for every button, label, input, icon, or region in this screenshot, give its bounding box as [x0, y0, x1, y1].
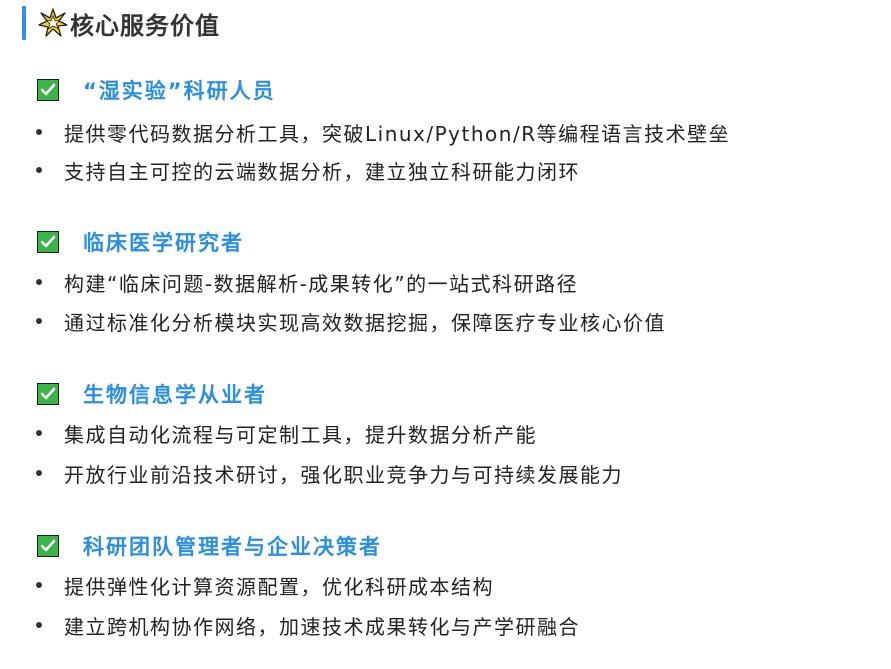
section-header: 科研团队管理者与企业决策者: [37, 533, 382, 559]
list-item: 构建“临床问题-数据解析-成果转化”的一站式科研路径: [36, 268, 578, 296]
list-item: 集成自动化流程与可定制工具，提升数据分析产能: [36, 419, 537, 447]
list-item: 提供零代码数据分析工具，突破Linux/Python/R等编程语言技术壁垒: [36, 118, 730, 146]
check-icon: [37, 383, 59, 405]
section-title: 临床医学研究者: [83, 231, 244, 255]
list-item: 建立跨机构协作网络，加速技术成果转化与产学研融合: [36, 611, 580, 639]
section-title: 生物信息学从业者: [83, 383, 267, 407]
accent-bar: [22, 6, 26, 40]
bullet-dot-icon: [36, 582, 42, 588]
bullet-dot-icon: [36, 167, 42, 173]
page-title: 核心服务价值: [70, 11, 220, 40]
bullet-text: 构建“临床问题-数据解析-成果转化”的一站式科研路径: [64, 271, 579, 296]
bullet-dot-icon: [36, 470, 42, 476]
section-header: 临床医学研究者: [37, 229, 244, 255]
list-item: 提供弹性化计算资源配置，优化科研成本结构: [36, 571, 494, 599]
section-header: 生物信息学从业者: [37, 381, 267, 407]
bullet-text: 提供弹性化计算资源配置，优化科研成本结构: [64, 574, 494, 599]
bullet-text: 支持自主可控的云端数据分析，建立独立科研能力闭环: [64, 159, 580, 184]
list-item: 开放行业前沿技术研讨，强化职业竞争力与可持续发展能力: [36, 459, 623, 487]
check-icon: [37, 535, 59, 557]
bullet-dot-icon: [36, 279, 42, 285]
bullet-dot-icon: [36, 318, 42, 324]
bullet-dot-icon: [36, 129, 42, 135]
bullet-text: 提供零代码数据分析工具，突破Linux/Python/R等编程语言技术壁垒: [64, 121, 731, 146]
check-icon: [37, 79, 59, 101]
bullet-text: 集成自动化流程与可定制工具，提升数据分析产能: [64, 422, 537, 447]
check-icon: [37, 231, 59, 253]
bullet-dot-icon: [36, 622, 42, 628]
section-title: “湿实验”科研人员: [83, 79, 276, 103]
section-header: “湿实验”科研人员: [37, 77, 276, 103]
section-title: 科研团队管理者与企业决策者: [83, 535, 382, 559]
sparkle-star-icon: [38, 8, 68, 37]
bullet-text: 通过标准化分析模块实现高效数据挖掘，保障医疗专业核心价值: [64, 310, 666, 335]
list-item: 支持自主可控的云端数据分析，建立独立科研能力闭环: [36, 156, 580, 184]
bullet-text: 建立跨机构协作网络，加速技术成果转化与产学研融合: [64, 614, 580, 639]
list-item: 通过标准化分析模块实现高效数据挖掘，保障医疗专业核心价值: [36, 307, 666, 335]
bullet-text: 开放行业前沿技术研讨，强化职业竞争力与可持续发展能力: [64, 462, 623, 487]
page-header: 核心服务价值: [22, 6, 220, 40]
bullet-dot-icon: [36, 430, 42, 436]
